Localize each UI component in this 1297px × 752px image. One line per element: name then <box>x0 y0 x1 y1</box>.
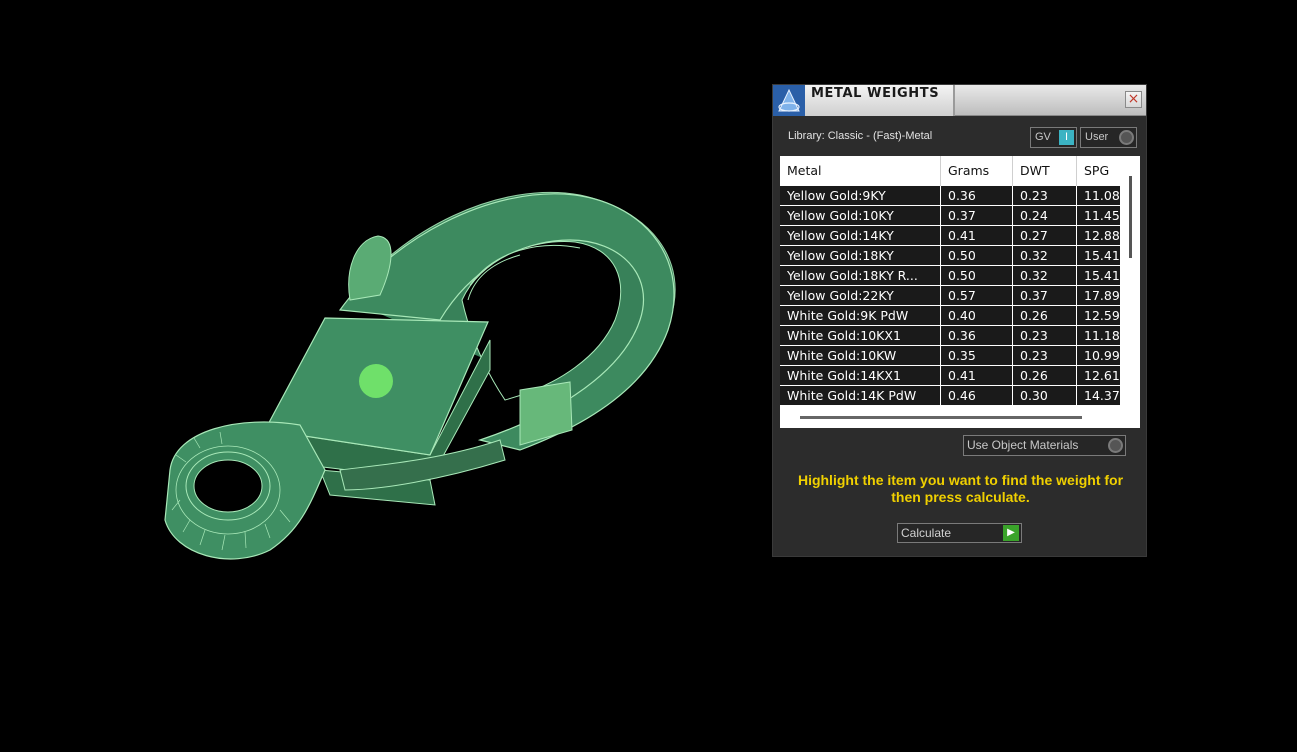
table-cell: 10.99 <box>1077 346 1121 366</box>
table-cell: 12.88 <box>1077 226 1121 246</box>
close-button[interactable]: × <box>1125 91 1142 108</box>
table-row[interactable]: Yellow Gold:14KY 0.41 0.27 12.88 <box>780 226 1121 246</box>
table-row[interactable]: White Gold:10KX1 0.36 0.23 11.18 <box>780 326 1121 346</box>
table-header: Metal Grams DWT SPG <box>780 156 1140 186</box>
app-logo-icon <box>773 85 805 116</box>
table-cell: 0.37 <box>941 206 1013 226</box>
table-cell: 0.26 <box>1013 366 1077 386</box>
table-row[interactable]: White Gold:14K PdW 0.46 0.30 14.37 <box>780 386 1121 406</box>
selection-point[interactable] <box>359 364 393 398</box>
table-cell: White Gold:10KX1 <box>780 326 941 346</box>
table-cell: 11.18 <box>1077 326 1121 346</box>
calculate-label: Calculate <box>901 526 952 540</box>
column-header-dwt[interactable]: DWT <box>1013 156 1077 186</box>
table-row[interactable]: White Gold:14KX1 0.41 0.26 12.61 <box>780 366 1121 386</box>
vertical-scrollbar[interactable] <box>1129 176 1132 258</box>
table-cell: Yellow Gold:18KY <box>780 246 941 266</box>
table-cell: White Gold:14K PdW <box>780 386 941 406</box>
table-cell: 0.50 <box>941 246 1013 266</box>
table-cell: 0.23 <box>1013 326 1077 346</box>
user-toggle[interactable]: User <box>1080 127 1137 148</box>
column-header-spg[interactable]: SPG <box>1077 156 1121 186</box>
table-cell: Yellow Gold:10KY <box>780 206 941 226</box>
horizontal-scrollbar[interactable] <box>800 416 1082 419</box>
play-arrow-icon: ▶ <box>1003 525 1019 541</box>
table-cell: 0.36 <box>941 326 1013 346</box>
table-row[interactable]: White Gold:9K PdW 0.40 0.26 12.59 <box>780 306 1121 326</box>
table-cell: 14.37 <box>1077 386 1121 406</box>
panel-title: METAL WEIGHTS <box>811 86 940 101</box>
table-cell: Yellow Gold:14KY <box>780 226 941 246</box>
table-cell: Yellow Gold:22KY <box>780 286 941 306</box>
table-cell: 0.24 <box>1013 206 1077 226</box>
table-cell: 12.59 <box>1077 306 1121 326</box>
lobster-clasp-model[interactable] <box>0 0 760 752</box>
user-label: User <box>1085 131 1109 143</box>
table-cell: 15.41 <box>1077 266 1121 286</box>
table-cell: 15.41 <box>1077 246 1121 266</box>
table-cell: 0.50 <box>941 266 1013 286</box>
table-cell: White Gold:9K PdW <box>780 306 941 326</box>
gv-label: GV <box>1035 131 1051 143</box>
table-cell: 0.23 <box>1013 346 1077 366</box>
instruction-text: Highlight the item you want to find the … <box>797 472 1124 505</box>
table-row[interactable]: Yellow Gold:18KY 0.50 0.32 15.41 <box>780 246 1121 266</box>
table-cell: 0.57 <box>941 286 1013 306</box>
table-cell: White Gold:10KW <box>780 346 941 366</box>
gv-indicator-icon: I <box>1059 130 1074 145</box>
column-header-metal[interactable]: Metal <box>780 156 941 186</box>
table-cell: 12.61 <box>1077 366 1121 386</box>
table-cell: 0.35 <box>941 346 1013 366</box>
user-dropdown-icon <box>1119 130 1134 145</box>
material-select-value: Use Object Materials <box>967 438 1079 452</box>
3d-viewport[interactable] <box>0 0 760 752</box>
material-source-select[interactable]: Use Object Materials <box>963 435 1126 456</box>
table-cell: 0.27 <box>1013 226 1077 246</box>
table-row[interactable]: White Gold:10KW 0.35 0.23 10.99 <box>780 346 1121 366</box>
library-label: Library: Classic - (Fast)-Metal <box>788 130 933 142</box>
table-cell: 17.89 <box>1077 286 1121 306</box>
table-cell: 0.40 <box>941 306 1013 326</box>
table-cell: 0.32 <box>1013 266 1077 286</box>
table-cell: 0.32 <box>1013 246 1077 266</box>
chevron-down-icon <box>1108 438 1123 453</box>
calculate-button[interactable]: Calculate ▶ <box>897 523 1022 543</box>
table-cell: Yellow Gold:18KY R... <box>780 266 941 286</box>
table-cell: 0.37 <box>1013 286 1077 306</box>
metal-table[interactable]: Metal Grams DWT SPG Yellow Gold:9KY 0.36 0… <box>780 156 1140 428</box>
metal-weights-panel: METAL WEIGHTS × Library: Classic - (Fast… <box>772 84 1147 557</box>
table-cell: 0.41 <box>941 226 1013 246</box>
table-cell: 0.23 <box>1013 186 1077 206</box>
table-cell: 0.46 <box>941 386 1013 406</box>
panel-titlebar[interactable]: METAL WEIGHTS × <box>773 85 1146 116</box>
eyelet-hole <box>193 459 263 513</box>
table-row[interactable]: Yellow Gold:18KY R... 0.50 0.32 15.41 <box>780 266 1121 286</box>
column-header-grams[interactable]: Grams <box>941 156 1013 186</box>
table-row[interactable]: Yellow Gold:22KY 0.57 0.37 17.89 <box>780 286 1121 306</box>
table-cell: White Gold:14KX1 <box>780 366 941 386</box>
table-cell: 11.08 <box>1077 186 1121 206</box>
table-row[interactable]: Yellow Gold:10KY 0.37 0.24 11.45 <box>780 206 1121 226</box>
table-cell: 0.41 <box>941 366 1013 386</box>
table-cell: 0.36 <box>941 186 1013 206</box>
table-cell: 11.45 <box>1077 206 1121 226</box>
table-cell: 0.30 <box>1013 386 1077 406</box>
table-cell: 0.26 <box>1013 306 1077 326</box>
gv-toggle[interactable]: GV I <box>1030 127 1077 148</box>
close-icon: × <box>1127 91 1140 107</box>
table-cell: Yellow Gold:9KY <box>780 186 941 206</box>
table-row[interactable]: Yellow Gold:9KY 0.36 0.23 11.08 <box>780 186 1121 206</box>
